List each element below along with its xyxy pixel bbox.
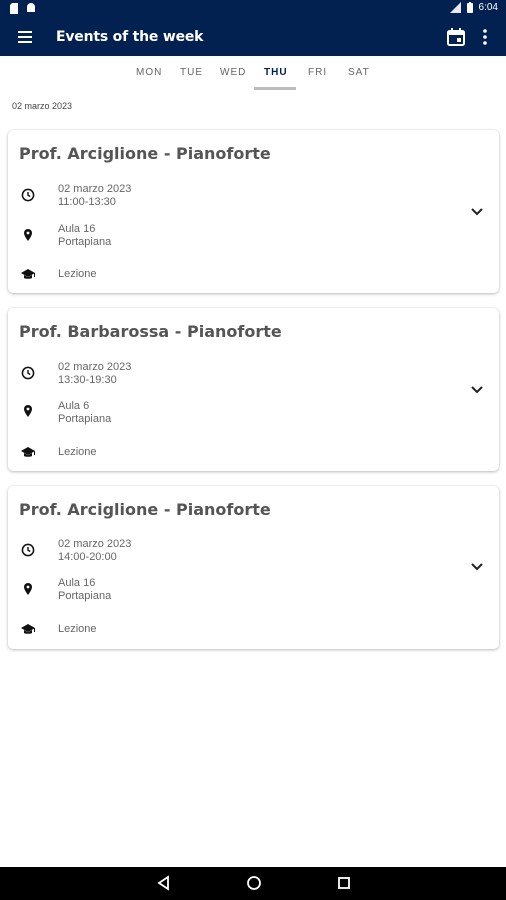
- event-date: 02 marzo 2023: [58, 538, 132, 550]
- system-nav-bar: [0, 867, 506, 900]
- clock-icon: [21, 543, 35, 557]
- school-cap-icon: [21, 624, 35, 634]
- clock-icon: [21, 366, 35, 380]
- location-pin-icon: [24, 229, 32, 241]
- android-icon: [27, 3, 35, 12]
- event-time: 13:30-19:30: [58, 374, 117, 386]
- event-card[interactable]: Prof. Barbarossa - Pianoforte 02 marzo 2…: [8, 308, 499, 471]
- tab-indicator: [254, 87, 296, 90]
- sim-card-icon: [10, 3, 18, 14]
- status-bar: 6:04: [0, 0, 506, 18]
- home-icon[interactable]: [246, 875, 262, 891]
- chevron-down-icon[interactable]: [470, 385, 484, 395]
- chevron-down-icon[interactable]: [470, 207, 484, 217]
- event-time: 11:00-13:30: [58, 196, 116, 208]
- calendar-icon[interactable]: [446, 27, 466, 47]
- event-card[interactable]: Prof. Arciglione - Pianoforte 02 marzo 2…: [8, 486, 499, 649]
- tab-thu[interactable]: THU: [264, 67, 288, 78]
- event-date: 02 marzo 2023: [58, 183, 132, 195]
- location-pin-icon: [24, 405, 32, 417]
- event-title: Prof. Arciglione - Pianoforte: [19, 500, 271, 519]
- chevron-down-icon[interactable]: [470, 562, 484, 572]
- event-card[interactable]: Prof. Arciglione - Pianoforte 02 marzo 2…: [8, 130, 499, 293]
- event-room: Aula 16: [58, 223, 96, 235]
- recents-icon[interactable]: [337, 875, 351, 891]
- school-cap-icon: [21, 447, 35, 457]
- event-type: Lezione: [58, 268, 97, 280]
- event-title: Prof. Barbarossa - Pianoforte: [19, 322, 282, 341]
- tab-sat[interactable]: SAT: [348, 67, 370, 78]
- tab-mon[interactable]: MON: [136, 67, 162, 78]
- event-type: Lezione: [58, 446, 97, 458]
- event-date: 02 marzo 2023: [58, 361, 132, 373]
- tab-wed[interactable]: WED: [220, 67, 246, 78]
- tab-tue[interactable]: TUE: [180, 67, 203, 78]
- event-time: 14:00-20:00: [58, 551, 117, 563]
- event-title: Prof. Arciglione - Pianoforte: [19, 144, 271, 163]
- school-cap-icon: [21, 269, 35, 279]
- event-room: Aula 6: [58, 400, 90, 412]
- event-location: Portapiana: [58, 590, 112, 602]
- day-tabs: MON TUE WED THU FRI SAT: [0, 56, 506, 90]
- selected-date: 02 marzo 2023: [12, 101, 73, 111]
- page-title: Events of the week: [56, 29, 204, 45]
- more-vert-icon[interactable]: [478, 27, 492, 47]
- back-icon[interactable]: [156, 875, 170, 891]
- event-type: Lezione: [58, 623, 97, 635]
- event-location: Portapiana: [58, 236, 112, 248]
- battery-icon: [466, 2, 473, 13]
- clock-icon: [21, 188, 35, 202]
- menu-icon[interactable]: [16, 28, 36, 46]
- event-room: Aula 16: [58, 577, 96, 589]
- app-bar: Events of the week: [0, 18, 506, 56]
- event-location: Portapiana: [58, 413, 112, 425]
- signal-icon: [449, 2, 461, 13]
- status-time: 6:04: [478, 2, 498, 13]
- location-pin-icon: [24, 583, 32, 595]
- tab-fri[interactable]: FRI: [308, 67, 327, 78]
